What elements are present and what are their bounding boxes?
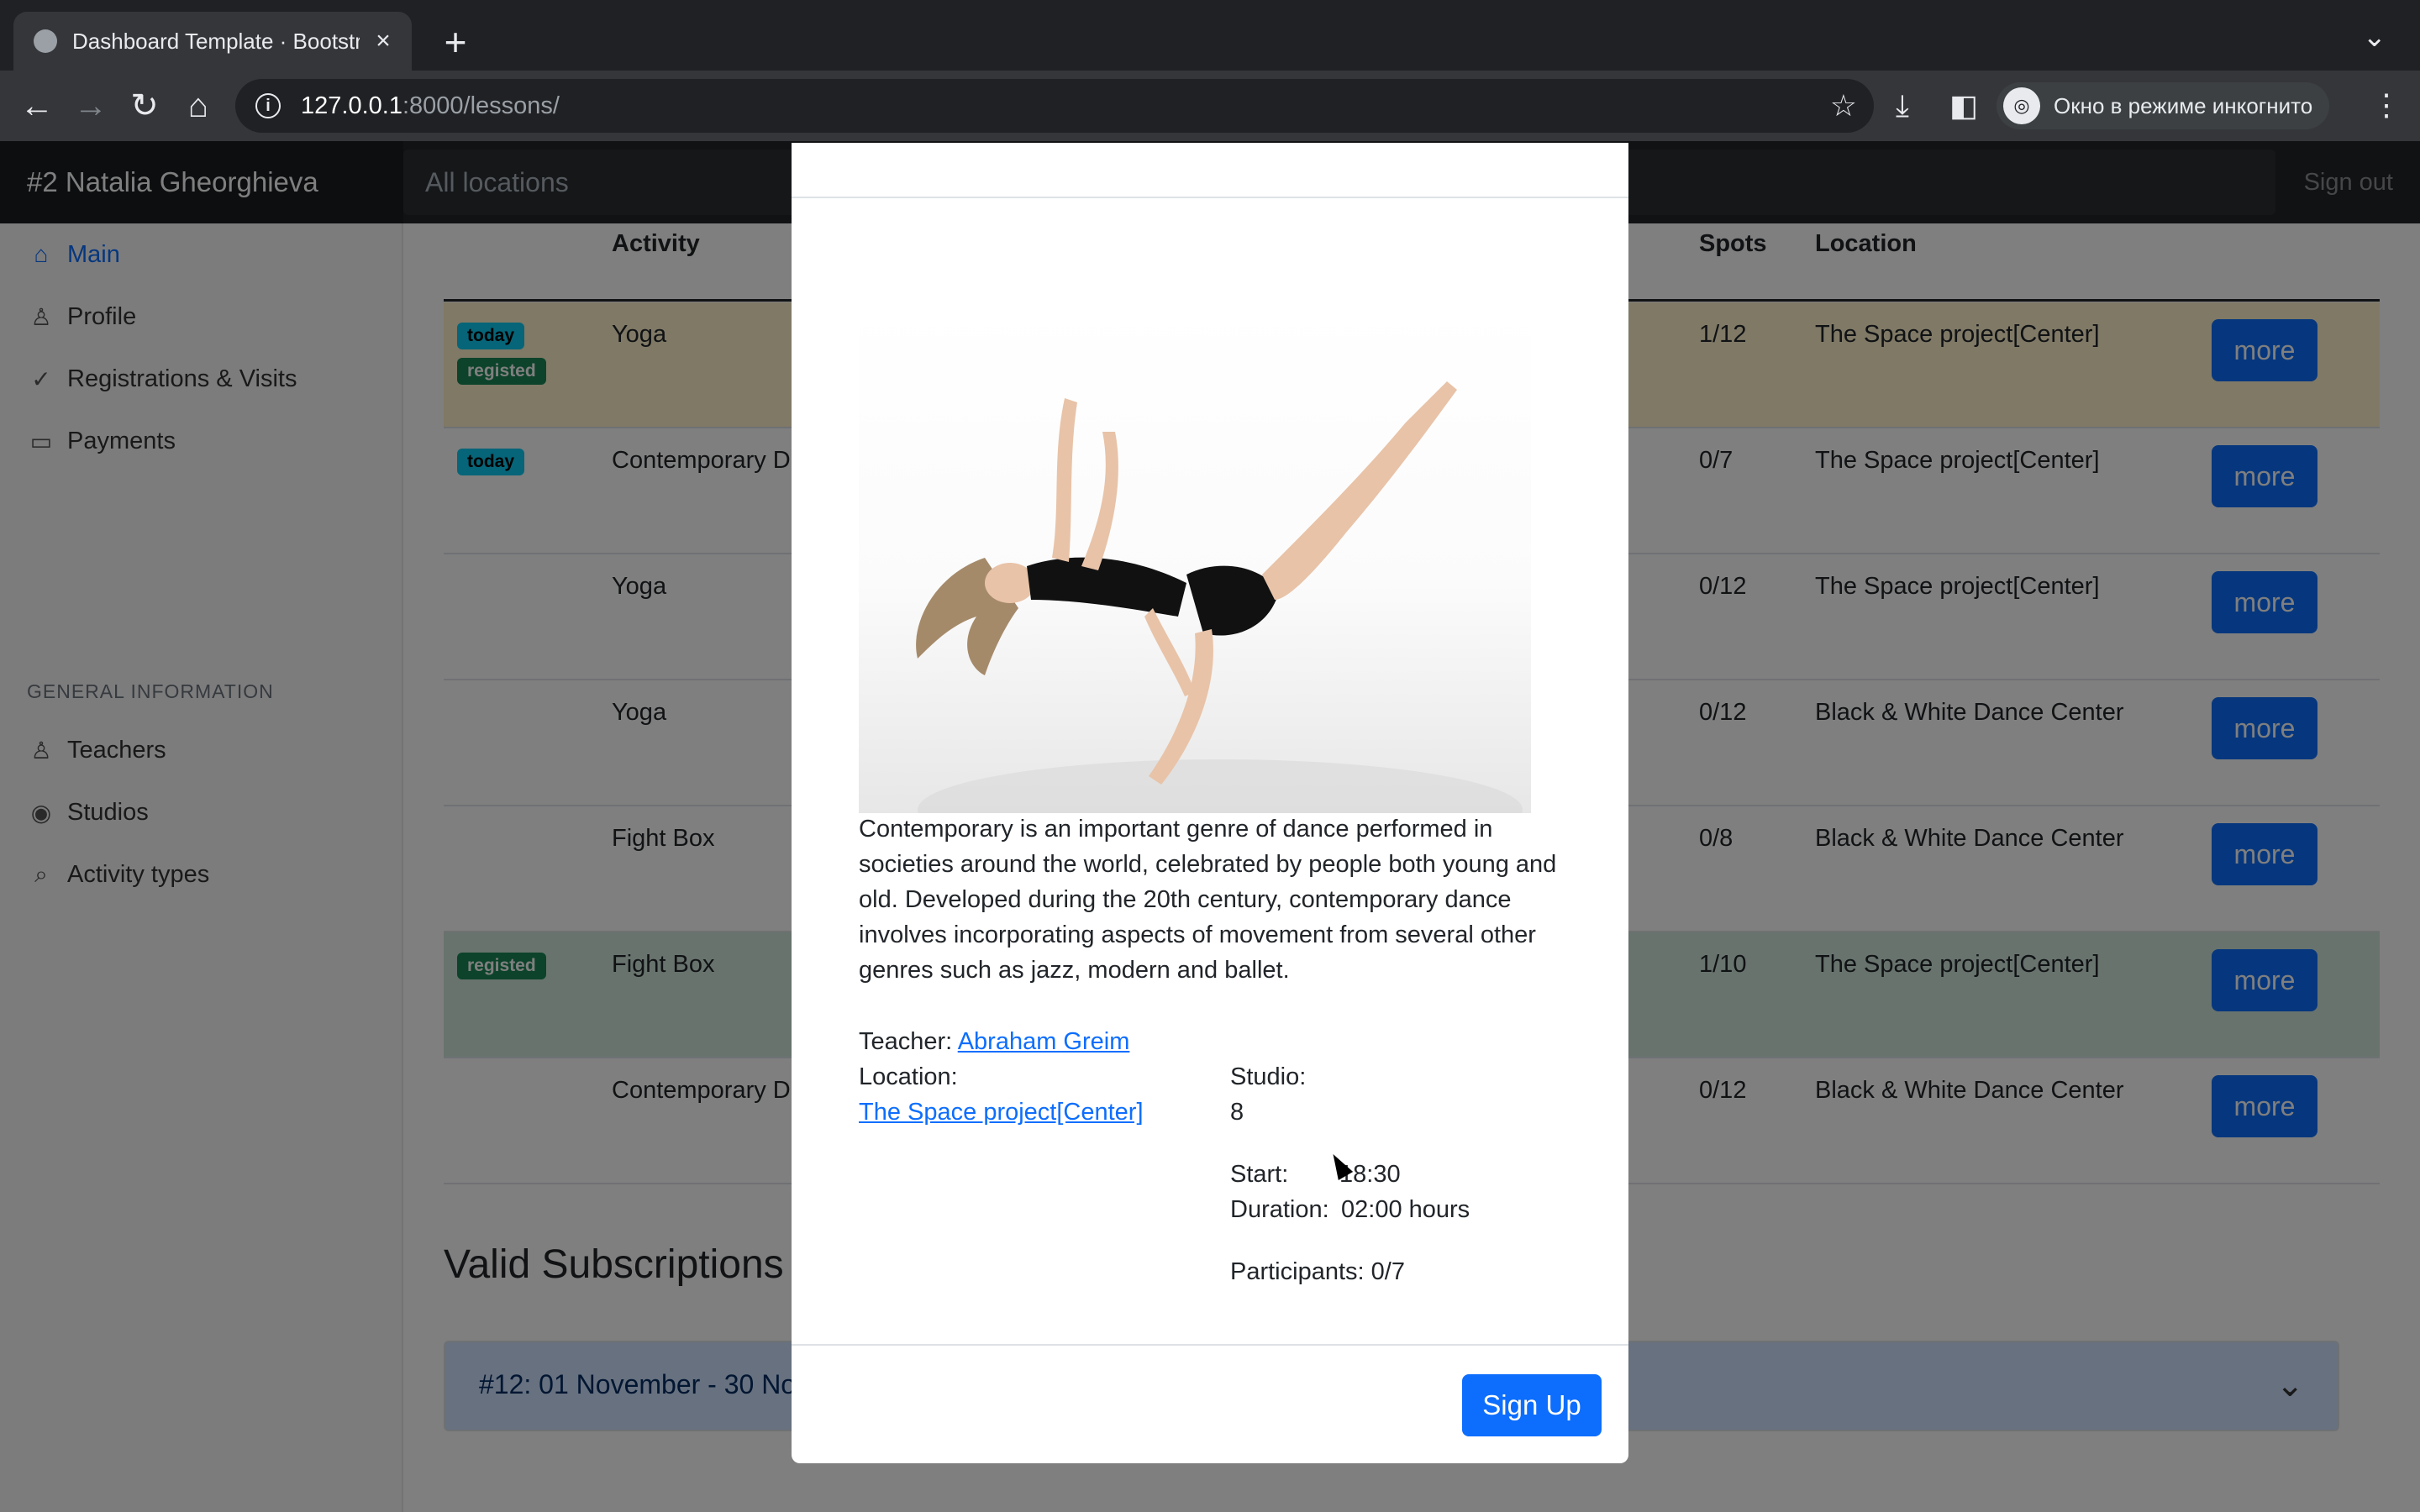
- duration-label: Duration:: [1230, 1196, 1329, 1223]
- back-icon[interactable]: ←: [17, 86, 57, 126]
- home-icon[interactable]: ⌂: [178, 86, 218, 126]
- reload-icon[interactable]: ↻: [124, 86, 165, 126]
- location-link[interactable]: The Space project[Center]: [859, 1099, 1144, 1126]
- start-label: Start:: [1230, 1161, 1289, 1188]
- browser-toolbar: ← → ↻ ⌂ i 127.0.0.1:8000/lessons/ ☆ ⤓ ◧ …: [0, 71, 2420, 141]
- incognito-indicator[interactable]: ◎ Окно в режиме инкогнито: [1996, 82, 2330, 129]
- participants-row: Participants: 0/7: [1230, 1258, 1405, 1286]
- address-bar[interactable]: i 127.0.0.1:8000/lessons/ ☆: [235, 79, 1874, 133]
- modal-header: [792, 143, 1628, 198]
- duration-value: 02:00 hours: [1341, 1196, 1470, 1223]
- browser-tab-bar: Dashboard Template · Bootstra × + ⌄: [0, 0, 2420, 71]
- new-tab-button[interactable]: +: [437, 18, 474, 66]
- tab-title: Dashboard Template · Bootstra: [72, 28, 360, 54]
- sign-up-button[interactable]: Sign Up: [1462, 1374, 1602, 1436]
- dancer-image: [859, 306, 1531, 813]
- teacher-row: Teacher: Abraham Greim: [859, 1028, 1129, 1056]
- site-info-icon[interactable]: i: [255, 93, 281, 118]
- studio-value: 8: [1230, 1099, 1244, 1126]
- chevron-down-icon[interactable]: ⌄: [2363, 20, 2387, 54]
- lesson-description: Contemporary is an important genre of da…: [859, 816, 1557, 984]
- globe-icon: [34, 29, 57, 53]
- incognito-label: Окно в режиме инкогнито: [2054, 92, 2313, 118]
- location-label: Location:: [859, 1063, 958, 1090]
- download-icon[interactable]: ⤓: [1896, 87, 1909, 124]
- modal-footer: Sign Up: [792, 1344, 1628, 1463]
- teacher-link[interactable]: Abraham Greim: [958, 1028, 1130, 1055]
- participants-label: Participants:: [1230, 1258, 1365, 1285]
- teacher-label: Teacher:: [859, 1028, 953, 1055]
- url-text: 127.0.0.1:8000/lessons/: [301, 92, 560, 119]
- side-panel-icon[interactable]: ◧: [1949, 87, 1978, 124]
- participants-value: 0/7: [1370, 1258, 1405, 1285]
- studio-label: Studio:: [1230, 1063, 1307, 1090]
- bookmark-star-icon[interactable]: ☆: [1830, 88, 1857, 123]
- close-tab-icon[interactable]: ×: [368, 27, 398, 55]
- lesson-modal: Contemporary is an important genre of da…: [792, 143, 1628, 1463]
- browser-menu-icon[interactable]: ⋮: [2371, 87, 2402, 123]
- incognito-icon: ◎: [2003, 87, 2040, 124]
- forward-icon[interactable]: →: [71, 86, 111, 126]
- browser-tab[interactable]: Dashboard Template · Bootstra ×: [13, 12, 412, 71]
